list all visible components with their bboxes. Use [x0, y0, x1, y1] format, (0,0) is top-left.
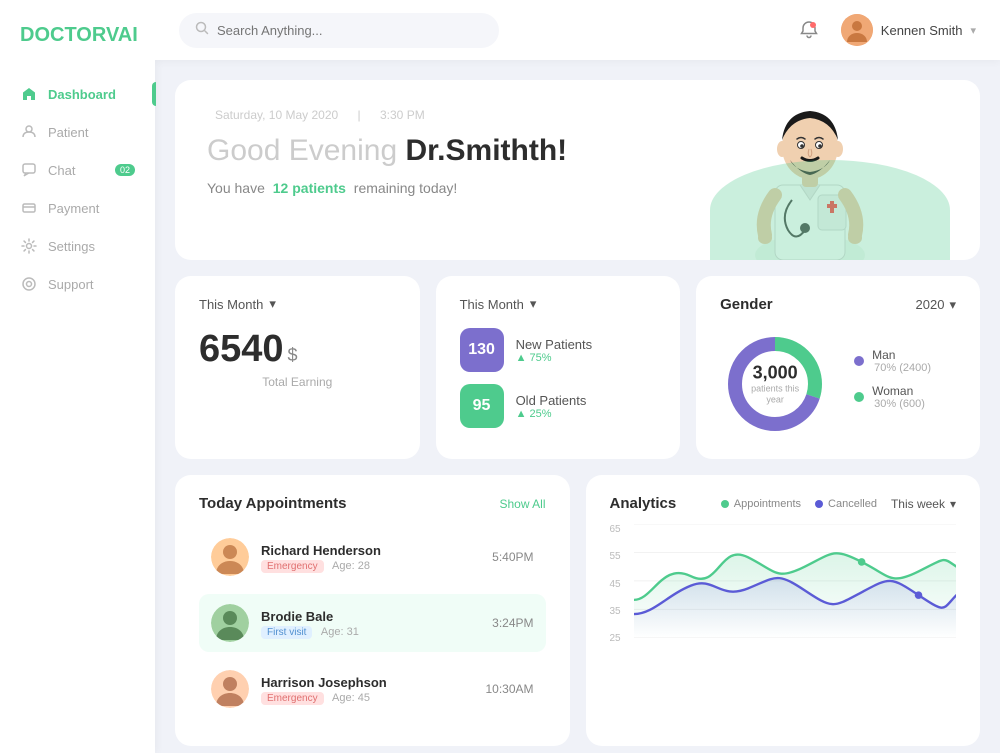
analytics-chart-svg — [634, 524, 956, 638]
appointment-item-3[interactable]: Harrison Josephson Emergency Age: 45 10:… — [199, 660, 546, 718]
sidebar-label-patient: Patient — [48, 125, 88, 140]
earning-card-header: This Month ▾ — [199, 296, 396, 312]
stats-row: This Month ▾ 6540 $ Total Earning This M — [175, 276, 980, 459]
user-profile[interactable]: Kennen Smith ▾ — [841, 14, 976, 46]
chart-y-labels: 65 55 45 35 25 — [610, 524, 621, 644]
sidebar-item-dashboard[interactable]: Dashboard — [0, 75, 155, 113]
welcome-card: Saturday, 10 May 2020 | 3:30 PM Good Eve… — [175, 80, 980, 260]
chevron-down-icon: ▾ — [970, 24, 976, 37]
analytics-period-select[interactable]: This week ▾ — [891, 497, 956, 511]
year-select[interactable]: 2020 ▾ — [916, 297, 956, 313]
header: Kennen Smith ▾ — [155, 0, 1000, 60]
appointments-dot — [721, 500, 729, 508]
patients-card: This Month ▾ 130 New Patients ▲ 75% — [436, 276, 681, 459]
search-input[interactable] — [217, 23, 483, 38]
show-all-button[interactable]: Show All — [499, 497, 545, 511]
appointments-header: Today Appointments Show All — [199, 495, 546, 512]
logo-part1: DOCTOR — [20, 24, 106, 46]
analytics-legend: Appointments Cancelled This week ▾ — [721, 497, 956, 511]
old-patients-change: ▲ 25% — [516, 408, 657, 420]
sidebar-item-patient[interactable]: Patient — [0, 113, 155, 151]
logo: DOCTORVAI — [0, 24, 155, 75]
sidebar-label-payment: Payment — [48, 201, 99, 216]
bottom-row: Today Appointments Show All Richard Hend… — [175, 475, 980, 746]
sidebar-label-chat: Chat — [48, 163, 75, 178]
chevron-down-icon: ▾ — [949, 297, 956, 313]
new-patients-badge: 130 — [460, 328, 504, 372]
appt-time-2: 3:24PM — [492, 616, 533, 630]
patient-avatar-1 — [211, 538, 249, 576]
earning-card: This Month ▾ 6540 $ Total Earning — [175, 276, 420, 459]
donut-chart: 3,000 patients this year — [720, 329, 830, 439]
sidebar-label-dashboard: Dashboard — [48, 87, 116, 102]
patient-info-2: Brodie Bale First visit Age: 31 — [261, 609, 480, 638]
search-bar[interactable] — [179, 13, 499, 48]
patients-card-header: This Month ▾ — [460, 296, 657, 312]
chart-area: 65 55 45 35 25 — [610, 524, 957, 644]
doctor-illustration — [720, 80, 920, 260]
patients-period[interactable]: This Month ▾ — [460, 296, 537, 312]
earning-amount: 6540 $ — [199, 328, 396, 371]
legend-cancelled: Cancelled — [815, 498, 877, 510]
patient-avatar-2 — [211, 604, 249, 642]
content-area: Saturday, 10 May 2020 | 3:30 PM Good Eve… — [155, 60, 1000, 753]
appointment-item-highlighted[interactable]: Brodie Bale First visit Age: 31 3:24PM — [199, 594, 546, 652]
man-dot — [854, 356, 864, 366]
sidebar-item-payment[interactable]: Payment — [0, 189, 155, 227]
donut-center: 3,000 patients this year — [748, 363, 803, 406]
analytics-header: Analytics Appointments Cancelled This we… — [610, 495, 957, 512]
old-patients-info: Old Patients ▲ 25% — [516, 393, 657, 420]
sidebar-item-support[interactable]: Support — [0, 265, 155, 303]
chevron-down-icon: ▾ — [269, 296, 276, 312]
legend-appointments: Appointments — [721, 498, 801, 510]
woman-dot — [854, 392, 864, 402]
earning-period[interactable]: This Month ▾ — [199, 296, 276, 312]
analytics-card: Analytics Appointments Cancelled This we… — [586, 475, 981, 746]
gear-icon — [20, 237, 38, 255]
old-patients-badge: 95 — [460, 384, 504, 428]
chevron-down-icon: ▾ — [950, 497, 956, 511]
legend-woman: Woman 30% (600) — [854, 384, 956, 410]
appt-time-1: 5:40PM — [492, 550, 533, 564]
avatar — [841, 14, 873, 46]
header-right: Kennen Smith ▾ — [793, 14, 976, 46]
chevron-down-icon: ▾ — [530, 296, 537, 312]
chat-badge: 02 — [115, 164, 135, 176]
new-patients-info: New Patients ▲ 75% — [516, 337, 657, 364]
new-patients-change: ▲ 75% — [516, 352, 657, 364]
appointments-card: Today Appointments Show All Richard Hend… — [175, 475, 570, 746]
support-icon — [20, 275, 38, 293]
sidebar-item-chat[interactable]: Chat 02 — [0, 151, 155, 189]
sidebar-item-settings[interactable]: Settings — [0, 227, 155, 265]
patient-stats: 130 New Patients ▲ 75% 95 Old Patient — [460, 328, 657, 428]
notification-bell[interactable] — [793, 14, 825, 46]
main-area: Kennen Smith ▾ Saturday, 10 May 2020 | 3… — [155, 0, 1000, 753]
sidebar-label-support: Support — [48, 277, 94, 292]
logo-part2: VAI — [106, 24, 138, 46]
legend-man: Man 70% (2400) — [854, 348, 956, 374]
cancelled-dot — [815, 500, 823, 508]
patient-avatar-3 — [211, 670, 249, 708]
new-patients-item: 130 New Patients ▲ 75% — [460, 328, 657, 372]
patient-info-1: Richard Henderson Emergency Age: 28 — [261, 543, 480, 572]
gender-card: Gender 2020 ▾ — [696, 276, 980, 459]
gender-content: 3,000 patients this year Man 70% (2400) — [720, 329, 956, 439]
sidebar-label-settings: Settings — [48, 239, 95, 254]
old-patients-item: 95 Old Patients ▲ 25% — [460, 384, 657, 428]
chat-icon — [20, 161, 38, 179]
patient-info-3: Harrison Josephson Emergency Age: 45 — [261, 675, 473, 704]
sidebar: DOCTORVAI Dashboard Patient Chat 02 — [0, 0, 155, 753]
search-icon — [195, 21, 209, 40]
card-icon — [20, 199, 38, 217]
appt-time-3: 10:30AM — [485, 682, 533, 696]
earning-label: Total Earning — [199, 375, 396, 389]
appointment-item[interactable]: Richard Henderson Emergency Age: 28 5:40… — [199, 528, 546, 586]
person-icon — [20, 123, 38, 141]
home-icon — [20, 85, 38, 103]
user-name: Kennen Smith — [881, 23, 963, 38]
gender-legend: Man 70% (2400) Woman 30% ( — [854, 348, 956, 420]
gender-card-header: Gender 2020 ▾ — [720, 296, 956, 313]
